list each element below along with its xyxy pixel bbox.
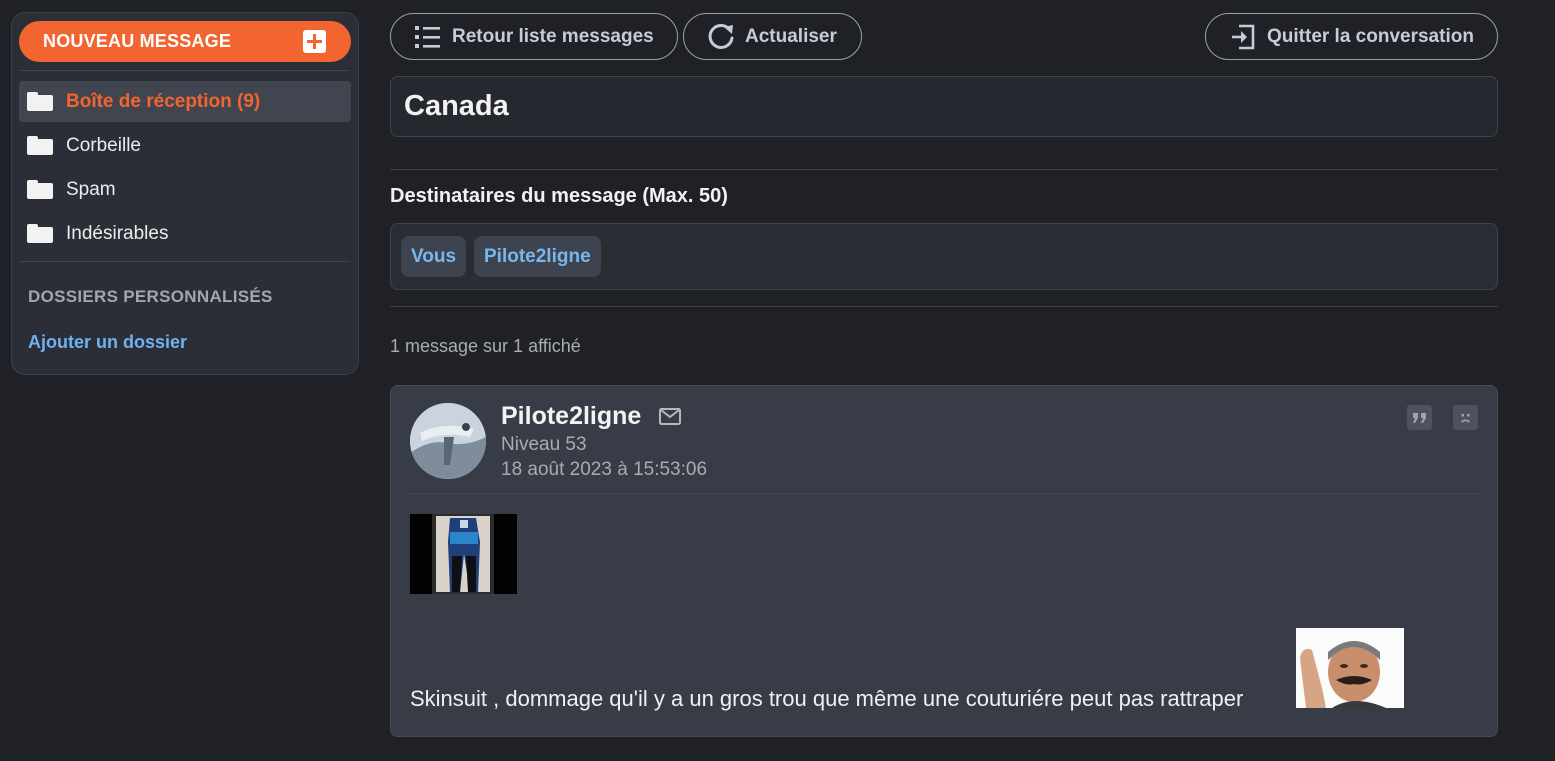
sidebar-item-trash[interactable]: Corbeille xyxy=(19,125,351,166)
plus-icon xyxy=(303,30,326,53)
sidebar-item-label: Spam xyxy=(66,178,116,200)
divider xyxy=(390,306,1498,307)
back-to-list-label: Retour liste messages xyxy=(452,25,654,47)
sidebar-item-label: Boîte de réception (9) xyxy=(66,90,261,112)
sidebar-item-label: Corbeille xyxy=(66,134,141,156)
divider xyxy=(390,169,1498,170)
message-card: Pilote2ligne Niveau 53 18 août 2023 à 15… xyxy=(390,385,1498,737)
message-date: 18 août 2023 à 15:53:06 xyxy=(501,459,708,480)
sidebar-item-label: Indésirables xyxy=(66,222,169,244)
laughing-man-sticker xyxy=(1296,628,1404,708)
message-body: Skinsuit , dommage qu'il y a un gros tro… xyxy=(410,686,1244,711)
recipient-chip[interactable]: Vous xyxy=(401,236,467,277)
folder-icon xyxy=(27,180,53,199)
refresh-icon xyxy=(708,23,734,49)
leave-conversation-label: Quitter la conversation xyxy=(1267,25,1474,47)
message-divider xyxy=(410,493,1479,494)
envelope-icon[interactable] xyxy=(659,408,681,425)
exit-icon xyxy=(1232,24,1255,49)
new-message-button[interactable]: NOUVEAU MESSAGE xyxy=(19,21,351,62)
add-folder-link[interactable]: Ajouter un dossier xyxy=(28,332,187,353)
recipients-box: Vous Pilote2ligne xyxy=(390,223,1498,290)
frown-icon[interactable] xyxy=(1453,405,1478,430)
recipients-title: Destinataires du message (Max. 50) xyxy=(390,185,728,207)
refresh-button[interactable]: Actualiser xyxy=(683,13,862,60)
new-message-label: NOUVEAU MESSAGE xyxy=(43,31,232,51)
attached-photo[interactable] xyxy=(410,514,517,594)
page-title: Canada xyxy=(404,90,509,122)
sidebar-item-spam[interactable]: Spam xyxy=(19,169,351,210)
author-level: Niveau 53 xyxy=(501,434,587,455)
sidebar-item-inbox[interactable]: Boîte de réception (9) xyxy=(19,81,351,122)
folder-icon xyxy=(27,224,53,243)
sidebar-divider xyxy=(20,70,350,71)
list-icon xyxy=(415,25,440,48)
back-to-list-button[interactable]: Retour liste messages xyxy=(390,13,678,60)
custom-folders-heading: DOSSIERS PERSONNALISÉS xyxy=(28,287,273,306)
folder-icon xyxy=(27,136,53,155)
folder-icon xyxy=(27,92,53,111)
sidebar: NOUVEAU MESSAGE Boîte de réception (9) C… xyxy=(11,12,359,375)
message-author[interactable]: Pilote2ligne xyxy=(501,402,641,431)
quote-icon[interactable] xyxy=(1407,405,1432,430)
sidebar-item-unwanted[interactable]: Indésirables xyxy=(19,213,351,254)
message-count: 1 message sur 1 affiché xyxy=(390,336,581,356)
conversation-subject: Canada xyxy=(390,76,1498,137)
avatar[interactable] xyxy=(410,403,486,479)
refresh-label: Actualiser xyxy=(745,25,837,47)
leave-conversation-button[interactable]: Quitter la conversation xyxy=(1205,13,1498,60)
sidebar-divider xyxy=(20,261,350,262)
recipient-chip[interactable]: Pilote2ligne xyxy=(474,236,601,277)
